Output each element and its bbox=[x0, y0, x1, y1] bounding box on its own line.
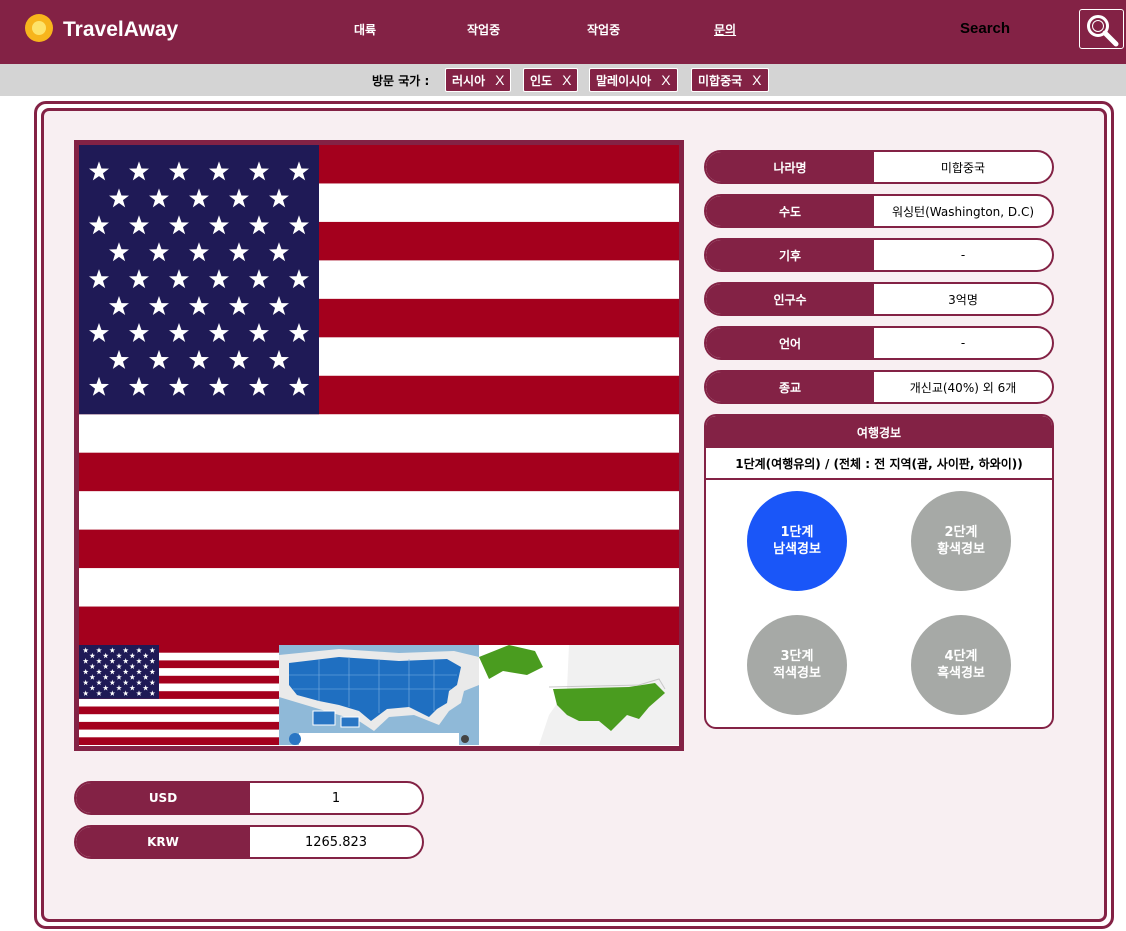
chip-label: 말레이시아 bbox=[596, 73, 652, 88]
currency-code: USD bbox=[76, 783, 250, 813]
warning-level-name: 적색경보 bbox=[773, 666, 821, 681]
currency-row-krw: KRW 1265.823 bbox=[74, 825, 424, 859]
flag-gallery bbox=[74, 140, 684, 751]
chip-label: 러시아 bbox=[452, 73, 486, 88]
nav-item-wip-2[interactable]: 작업중 bbox=[587, 21, 620, 38]
travel-warning-panel: 여행경보 1단계(여행유의) / (전체 : 전 지역(괌, 사이판, 하와이)… bbox=[704, 414, 1054, 729]
info-row-capital: 수도 워싱턴(Washington, D.C) bbox=[704, 194, 1054, 228]
currency-code: KRW bbox=[76, 827, 250, 857]
info-label: 종교 bbox=[706, 372, 874, 402]
warning-level-2: 2단계 황색경보 bbox=[911, 491, 1011, 591]
warning-level-name: 흑색경보 bbox=[937, 666, 985, 681]
warning-level-step: 4단계 bbox=[944, 649, 978, 664]
currency-value[interactable]: 1 bbox=[250, 783, 422, 813]
nav-item-wip-1[interactable]: 작업중 bbox=[467, 21, 500, 38]
warning-level-step: 1단계 bbox=[780, 525, 814, 540]
info-row-climate: 기후 - bbox=[704, 238, 1054, 272]
info-value: 개신교(40%) 외 6개 bbox=[909, 380, 1017, 395]
currency-row-usd: USD 1 bbox=[74, 781, 424, 815]
travel-warning-title: 여행경보 bbox=[706, 416, 1052, 448]
visited-chip-malaysia[interactable]: 말레이시아 X bbox=[589, 68, 678, 92]
info-row-country-name: 나라명 미합중국 bbox=[704, 150, 1054, 184]
warning-level-name: 남색경보 bbox=[773, 542, 821, 557]
visited-chip-usa[interactable]: 미합중국 X bbox=[691, 68, 769, 92]
thumbnail-map-states[interactable] bbox=[279, 645, 479, 745]
visited-chip-russia[interactable]: 러시아 X bbox=[445, 68, 512, 92]
logo-text[interactable]: TravelAway bbox=[63, 18, 178, 42]
us-flag-image bbox=[79, 145, 679, 645]
visited-countries-bar: 방문 국가 : 러시아 X 인도 X 말레이시아 X 미합중국 X bbox=[0, 64, 1126, 96]
travel-warning-summary: 1단계(여행유의) / (전체 : 전 지역(괌, 사이판, 하와이)) bbox=[706, 448, 1052, 480]
info-label: 수도 bbox=[706, 196, 874, 226]
nav-item-contact[interactable]: 문의 bbox=[714, 21, 736, 38]
info-value: - bbox=[960, 248, 966, 262]
warning-level-1: 1단계 남색경보 bbox=[747, 491, 847, 591]
info-value: 워싱턴(Washington, D.C) bbox=[891, 204, 1035, 219]
info-value: - bbox=[960, 336, 966, 350]
warning-level-step: 2단계 bbox=[944, 525, 978, 540]
info-value: 3억명 bbox=[948, 292, 978, 307]
visited-chip-india[interactable]: 인도 X bbox=[523, 68, 579, 92]
thumbnail-map-location[interactable] bbox=[479, 645, 679, 745]
warning-level-3: 3단계 적색경보 bbox=[747, 615, 847, 715]
warning-level-4: 4단계 흑색경보 bbox=[911, 615, 1011, 715]
top-nav-bar: TravelAway 대륙 작업중 작업중 문의 Search bbox=[0, 0, 1126, 64]
info-label: 인구수 bbox=[706, 284, 874, 314]
info-label: 언어 bbox=[706, 328, 874, 358]
search-label[interactable]: Search bbox=[960, 20, 1010, 37]
info-row-language: 언어 - bbox=[704, 326, 1054, 360]
magnifier-icon bbox=[1087, 15, 1119, 47]
currency-value[interactable]: 1265.823 bbox=[250, 827, 422, 857]
chip-label: 인도 bbox=[530, 73, 553, 88]
close-icon[interactable]: X bbox=[752, 72, 761, 88]
warning-level-step: 3단계 bbox=[780, 649, 814, 664]
chip-label: 미합중국 bbox=[698, 73, 743, 88]
nav-item-continent[interactable]: 대륙 bbox=[354, 21, 376, 38]
info-label: 나라명 bbox=[706, 152, 874, 182]
info-row-population: 인구수 3억명 bbox=[704, 282, 1054, 316]
close-icon[interactable]: X bbox=[495, 72, 504, 88]
close-icon[interactable]: X bbox=[661, 72, 670, 88]
search-button[interactable] bbox=[1079, 9, 1124, 49]
info-row-religion: 종교 개신교(40%) 외 6개 bbox=[704, 370, 1054, 404]
visited-countries-label: 방문 국가 : bbox=[372, 74, 430, 88]
info-label: 기후 bbox=[706, 240, 874, 270]
close-icon[interactable]: X bbox=[562, 72, 571, 88]
warning-level-name: 황색경보 bbox=[937, 542, 985, 557]
info-value: 미합중국 bbox=[940, 160, 986, 175]
thumbnail-flag[interactable] bbox=[79, 645, 279, 745]
logo-sun-icon[interactable] bbox=[25, 14, 53, 42]
